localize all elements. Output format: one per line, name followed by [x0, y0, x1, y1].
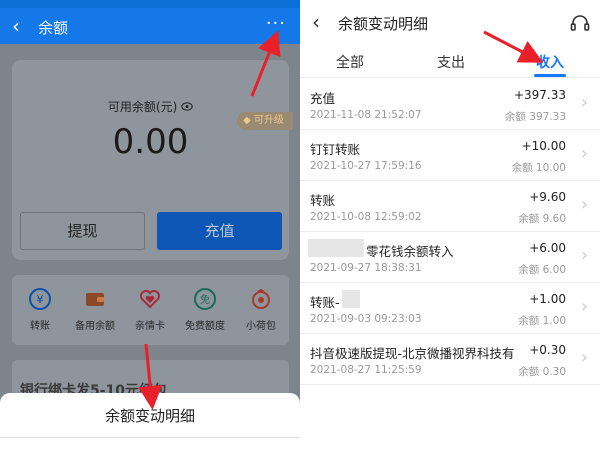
chevron-right-icon: ›	[580, 194, 588, 215]
shortcut-pouch[interactable]: 小荷包	[233, 287, 289, 332]
transaction-name: 转账	[310, 193, 336, 208]
shortcut-label: 转账	[30, 321, 50, 332]
shortcut-label: 免费额度	[185, 321, 225, 332]
shortcut-label: 备用余额	[75, 321, 115, 332]
shortcut-label: 亲情卡	[135, 321, 165, 332]
chevron-right-icon: ›	[580, 245, 588, 266]
details-header: ‹ 余额变动明细	[300, 0, 600, 44]
transaction-row[interactable]: 抖音极速版提现-北京微播视界科技有限... 2021-08-27 11:25:5…	[300, 334, 600, 385]
transaction-time: 2021-10-27 17:59:16	[310, 160, 422, 172]
balance-card: 可用余额(元) 0.00 ◆ 可升级 提现 充值	[12, 60, 293, 260]
transaction-amount: +397.33	[513, 88, 566, 102]
eye-icon[interactable]	[181, 100, 193, 114]
chevron-right-icon: ›	[580, 92, 588, 113]
transaction-balance: 余额 6.00	[518, 264, 566, 276]
page-title: 余额	[38, 19, 69, 37]
wallet-icon	[86, 293, 104, 306]
transaction-balance: 余额 1.00	[518, 315, 566, 327]
transaction-balance: 余额 397.33	[504, 111, 566, 123]
transaction-row[interactable]: 转账 2021-10-08 12:59:02 +9.60 余额 9.60 ›	[300, 181, 600, 232]
svg-text:免: 免	[200, 293, 210, 306]
tab-income[interactable]: 收入	[536, 52, 564, 72]
chevron-right-icon: ›	[580, 143, 588, 164]
balance-details-option[interactable]: 余额变动明细	[0, 405, 300, 426]
transaction-row[interactable]: 钉钉转账 2021-10-27 17:59:16 +10.00 余额 10.00…	[300, 130, 600, 181]
heart-card-icon	[140, 290, 160, 309]
transaction-amount: +10.00	[521, 139, 566, 153]
status-bar	[0, 0, 300, 8]
transaction-name: 钉钉转账	[310, 142, 361, 157]
shortcut-transfer[interactable]: ¥ 转账	[12, 287, 68, 332]
tab-expense[interactable]: 支出	[437, 52, 465, 72]
transaction-list: 充值 2021-11-08 21:52:07 +397.33 余额 397.33…	[300, 79, 600, 385]
transaction-time: 2021-10-08 12:59:02	[310, 211, 422, 223]
transaction-balance: 余额 0.30	[518, 366, 566, 378]
recharge-button[interactable]: 充值	[157, 212, 282, 250]
transfer-icon: ¥	[29, 288, 51, 310]
divider	[0, 437, 300, 438]
back-icon[interactable]: ‹	[312, 10, 320, 34]
redacted-text	[342, 290, 360, 308]
balance-header: ‹ 余额 ···	[0, 8, 300, 44]
shortcut-family-card[interactable]: 亲情卡	[122, 287, 178, 332]
shortcut-row: ¥ 转账 备用余额 亲情卡 免 免费额度 小荷包	[12, 275, 289, 345]
page-title: 余额变动明细	[338, 15, 429, 33]
transaction-amount: +0.30	[529, 343, 566, 357]
transaction-amount: +9.60	[529, 190, 566, 204]
filter-tabs: 全部 支出 收入	[300, 44, 600, 78]
transaction-name: 充值	[310, 91, 336, 106]
balance-details-screen: ‹ 余额变动明细 全部 支出 收入 充值 2021-11-08 21:52:07…	[300, 0, 600, 450]
action-sheet: 余额变动明细	[0, 393, 300, 450]
back-icon[interactable]: ‹	[12, 14, 20, 38]
more-icon[interactable]: ···	[266, 13, 286, 34]
free-quota-icon: 免	[194, 288, 216, 310]
chevron-right-icon: ›	[580, 347, 588, 368]
transaction-time: 2021-09-27 18:38:31	[310, 262, 422, 274]
transaction-time: 2021-11-08 21:52:07	[310, 109, 422, 121]
transaction-amount: +1.00	[529, 292, 566, 306]
redacted-text	[308, 239, 364, 257]
transaction-row[interactable]: 充值 2021-11-08 21:52:07 +397.33 余额 397.33…	[300, 79, 600, 130]
tab-all[interactable]: 全部	[336, 52, 364, 72]
shortcut-label: 小荷包	[246, 321, 276, 332]
transaction-name: 转账-	[310, 295, 340, 310]
transaction-row[interactable]: 零花钱余额转入 2021-09-27 18:38:31 +6.00 余额 6.0…	[300, 232, 600, 283]
transaction-name: 零花钱余额转入	[366, 244, 454, 259]
transaction-row[interactable]: 转账- 2021-09-03 09:23:03 +1.00 余额 1.00 ›	[300, 283, 600, 334]
shortcut-backup-balance[interactable]: 备用余额	[67, 287, 123, 332]
transaction-balance: 余额 9.60	[518, 213, 566, 225]
shortcut-free-quota[interactable]: 免 免费额度	[177, 287, 233, 332]
transaction-time: 2021-08-27 11:25:59	[310, 364, 422, 376]
upgrade-badge-label: 可升级	[253, 115, 284, 126]
upgrade-badge[interactable]: ◆ 可升级	[237, 112, 293, 130]
balance-screen: ‹ 余额 ··· 可用余额(元) 0.00 ◆ 可升级 提现 充值 ¥ 转账 备…	[0, 0, 300, 450]
customer-service-icon[interactable]	[570, 14, 590, 32]
transaction-name: 抖音极速版提现-北京微播视界科技有限...	[310, 346, 515, 361]
active-tab-indicator	[534, 74, 566, 77]
pouch-icon	[252, 288, 270, 309]
balance-label: 可用余额(元)	[107, 100, 178, 114]
transaction-time: 2021-09-03 09:23:03	[310, 313, 422, 325]
chevron-right-icon: ›	[580, 296, 588, 317]
transaction-balance: 余额 10.00	[511, 162, 566, 174]
withdraw-button[interactable]: 提现	[20, 212, 145, 250]
svg-text:¥: ¥	[37, 293, 44, 306]
transaction-amount: +6.00	[529, 241, 566, 255]
